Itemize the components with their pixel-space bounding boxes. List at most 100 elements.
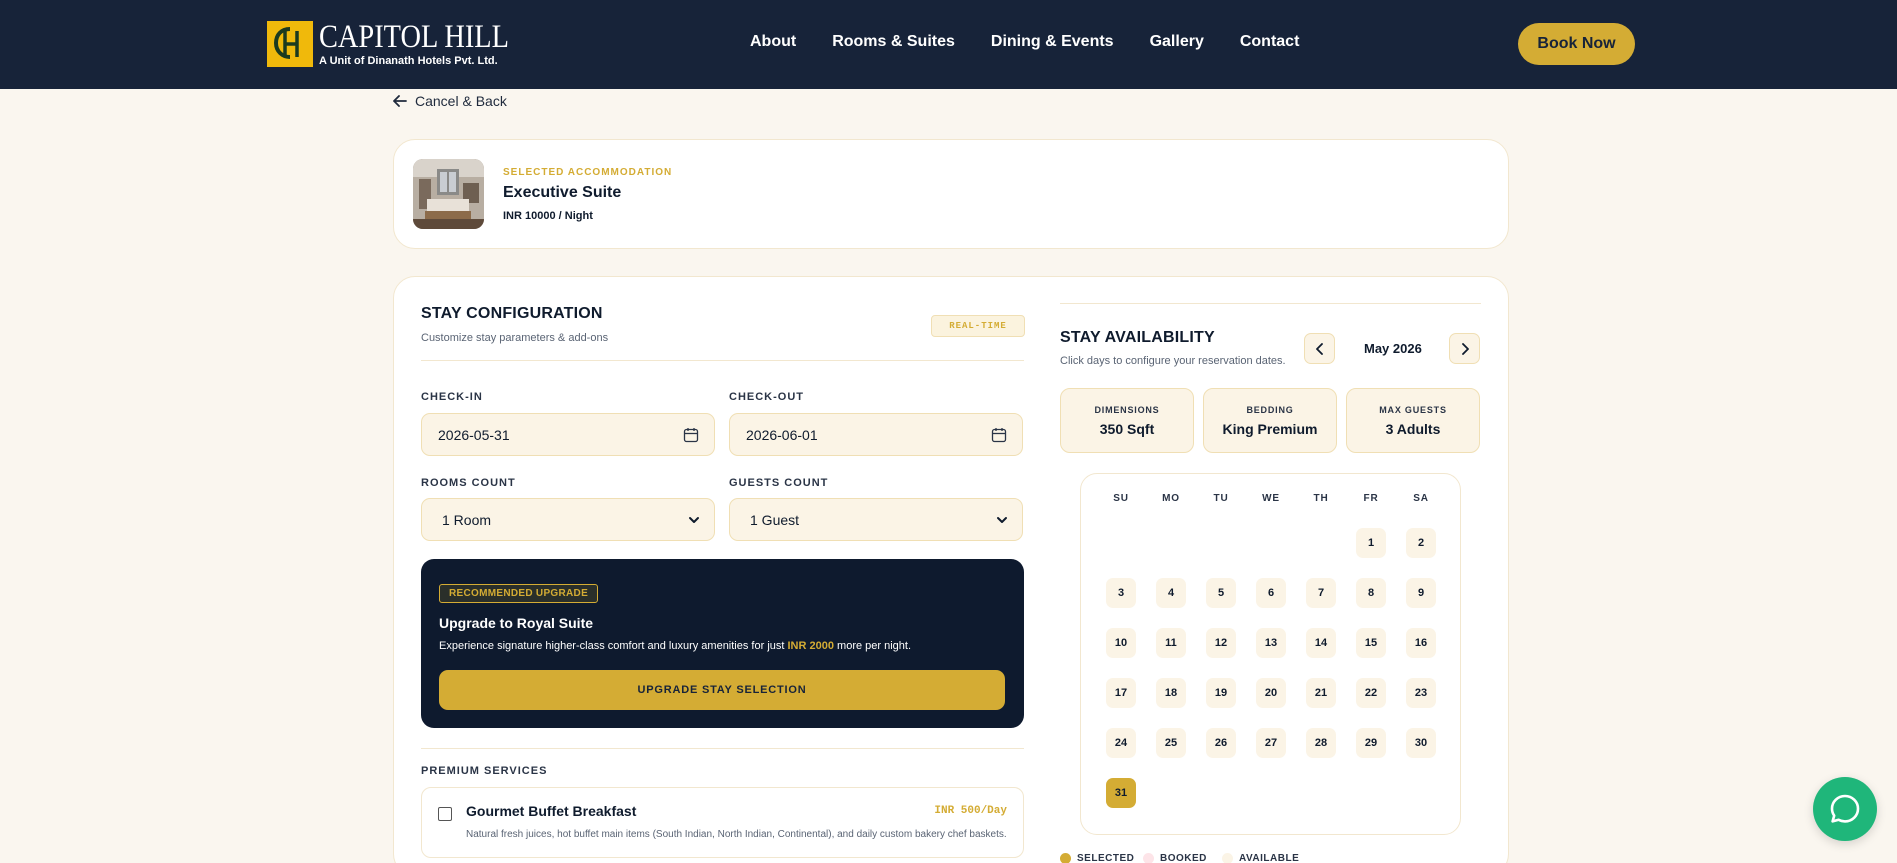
calendar-day[interactable]: 20: [1256, 678, 1286, 708]
service-name: Gourmet Buffet Breakfast: [466, 803, 637, 819]
chevron-down-icon: [689, 517, 699, 523]
brand-subtitle: A Unit of Dinanath Hotels Pvt. Ltd.: [319, 55, 498, 67]
service-price: INR 500/Day: [934, 805, 1007, 817]
weekday-mo: MO: [1162, 493, 1180, 504]
stay-configuration-title: STAY CONFIGURATION: [421, 305, 603, 322]
next-month-button[interactable]: [1449, 333, 1480, 364]
stay-configuration-subtitle: Customize stay parameters & add-ons: [421, 332, 609, 344]
legend-booked: BOOKED: [1143, 853, 1207, 863]
calendar-day[interactable]: 21: [1306, 678, 1336, 708]
chevron-right-icon: [1461, 342, 1469, 355]
legend-dot: [1143, 853, 1154, 863]
weekday-fr: FR: [1363, 493, 1379, 504]
calendar-day[interactable]: 22: [1356, 678, 1386, 708]
rooms-count-label: ROOMS COUNT: [421, 477, 516, 489]
upgrade-stay-button[interactable]: UPGRADE STAY SELECTION: [439, 670, 1005, 710]
capitol-hill-logo-icon: [267, 21, 313, 67]
calendar-day[interactable]: 17: [1106, 678, 1136, 708]
calendar-day[interactable]: 18: [1156, 678, 1186, 708]
arrow-left-icon: [393, 95, 407, 107]
calendar-day[interactable]: 16: [1406, 628, 1436, 658]
nav-link-about[interactable]: About: [750, 33, 796, 51]
stay-availability-subtitle: Click days to configure your reservation…: [1060, 355, 1286, 367]
brand-logo[interactable]: CAPITOL HILL A Unit of Dinanath Hotels P…: [267, 21, 540, 67]
cancel-back-label: Cancel & Back: [415, 93, 507, 109]
upgrade-title: Upgrade to Royal Suite: [439, 615, 594, 631]
calendar-day-selected[interactable]: 31: [1106, 778, 1136, 808]
spec-bedding: BEDDING King Premium: [1203, 388, 1337, 453]
calendar-day[interactable]: 24: [1106, 728, 1136, 758]
brand-name: CAPITOL HILL: [319, 19, 509, 55]
spec-value: 3 Adults: [1385, 421, 1441, 437]
calendar-day[interactable]: 28: [1306, 728, 1336, 758]
premium-services-title: PREMIUM SERVICES: [421, 765, 548, 777]
calendar-day[interactable]: 26: [1206, 728, 1236, 758]
prev-month-button[interactable]: [1304, 333, 1335, 364]
calendar-day[interactable]: 30: [1406, 728, 1436, 758]
service-description: Natural fresh juices, hot buffet main it…: [466, 829, 1007, 840]
whatsapp-chat-button[interactable]: [1813, 777, 1877, 841]
calendar-day[interactable]: 27: [1256, 728, 1286, 758]
weekday-th: TH: [1313, 493, 1329, 504]
calendar-icon[interactable]: [683, 427, 699, 443]
spec-label: MAX GUESTS: [1379, 405, 1447, 415]
top-navbar: CAPITOL HILL A Unit of Dinanath Hotels P…: [0, 0, 1897, 89]
spec-dimensions: DIMENSIONS 350 Sqft: [1060, 388, 1194, 453]
recommended-upgrade-badge: RECOMMENDED UPGRADE: [439, 584, 599, 603]
nav-link-dining[interactable]: Dining & Events: [991, 33, 1114, 51]
calendar-day[interactable]: 29: [1356, 728, 1386, 758]
stay-availability-title: STAY AVAILABILITY: [1060, 329, 1215, 346]
upgrade-description: Experience signature higher-class comfor…: [439, 640, 912, 652]
calendar-day[interactable]: 23: [1406, 678, 1436, 708]
calendar-day[interactable]: 12: [1206, 628, 1236, 658]
calendar-day[interactable]: 19: [1206, 678, 1236, 708]
calendar-day[interactable]: 14: [1306, 628, 1336, 658]
weekday-we: WE: [1262, 493, 1280, 504]
spec-value: King Premium: [1222, 421, 1318, 437]
spec-label: DIMENSIONS: [1094, 405, 1160, 415]
legend-dot: [1222, 853, 1233, 863]
calendar-day[interactable]: 8: [1356, 578, 1386, 608]
calendar-day[interactable]: 15: [1356, 628, 1386, 658]
guests-count-value: 1 Guest: [750, 512, 800, 528]
checkin-label: CHECK-IN: [421, 391, 483, 403]
cancel-back-link[interactable]: Cancel & Back: [393, 93, 507, 109]
legend-label: BOOKED: [1160, 853, 1207, 863]
rooms-count-select[interactable]: 1 Room: [421, 498, 715, 541]
weekday-sa: SA: [1413, 493, 1429, 504]
legend-available: AVAILABLE: [1222, 853, 1299, 863]
service-item-breakfast[interactable]: Gourmet Buffet Breakfast INR 500/Day Nat…: [421, 787, 1024, 858]
nav-link-gallery[interactable]: Gallery: [1150, 33, 1204, 51]
calendar-day[interactable]: 25: [1156, 728, 1186, 758]
legend-label: SELECTED: [1077, 853, 1135, 863]
service-checkbox[interactable]: [438, 807, 452, 821]
calendar-day[interactable]: 5: [1206, 578, 1236, 608]
guests-count-label: GUESTS COUNT: [729, 477, 829, 489]
nav-link-contact[interactable]: Contact: [1240, 33, 1300, 51]
nav-link-rooms[interactable]: Rooms & Suites: [832, 33, 955, 51]
guests-count-select[interactable]: 1 Guest: [729, 498, 1023, 541]
legend-selected: SELECTED: [1060, 853, 1134, 863]
calendar-day[interactable]: 3: [1106, 578, 1136, 608]
calendar-day[interactable]: 9: [1406, 578, 1436, 608]
book-now-button[interactable]: Book Now: [1518, 23, 1635, 65]
spec-label: BEDDING: [1246, 405, 1294, 415]
calendar-day[interactable]: 11: [1156, 628, 1186, 658]
calendar-icon[interactable]: [991, 427, 1007, 443]
calendar-day[interactable]: 4: [1156, 578, 1186, 608]
real-time-badge: REAL-TIME: [931, 315, 1025, 337]
calendar-day[interactable]: 1: [1356, 528, 1386, 558]
calendar-day[interactable]: 6: [1256, 578, 1286, 608]
room-thumbnail: [413, 159, 484, 229]
checkin-value: 2026-05-31: [438, 427, 510, 443]
calendar-day[interactable]: 2: [1406, 528, 1436, 558]
chevron-left-icon: [1315, 342, 1323, 355]
config-divider: [421, 360, 1024, 361]
upgrade-recommendation-panel: RECOMMENDED UPGRADE Upgrade to Royal Sui…: [421, 559, 1024, 728]
checkout-input[interactable]: 2026-06-01: [729, 413, 1023, 456]
weekday-tu: TU: [1213, 493, 1229, 504]
calendar-day[interactable]: 10: [1106, 628, 1136, 658]
calendar-day[interactable]: 13: [1256, 628, 1286, 658]
checkin-input[interactable]: 2026-05-31: [421, 413, 715, 456]
calendar-day[interactable]: 7: [1306, 578, 1336, 608]
